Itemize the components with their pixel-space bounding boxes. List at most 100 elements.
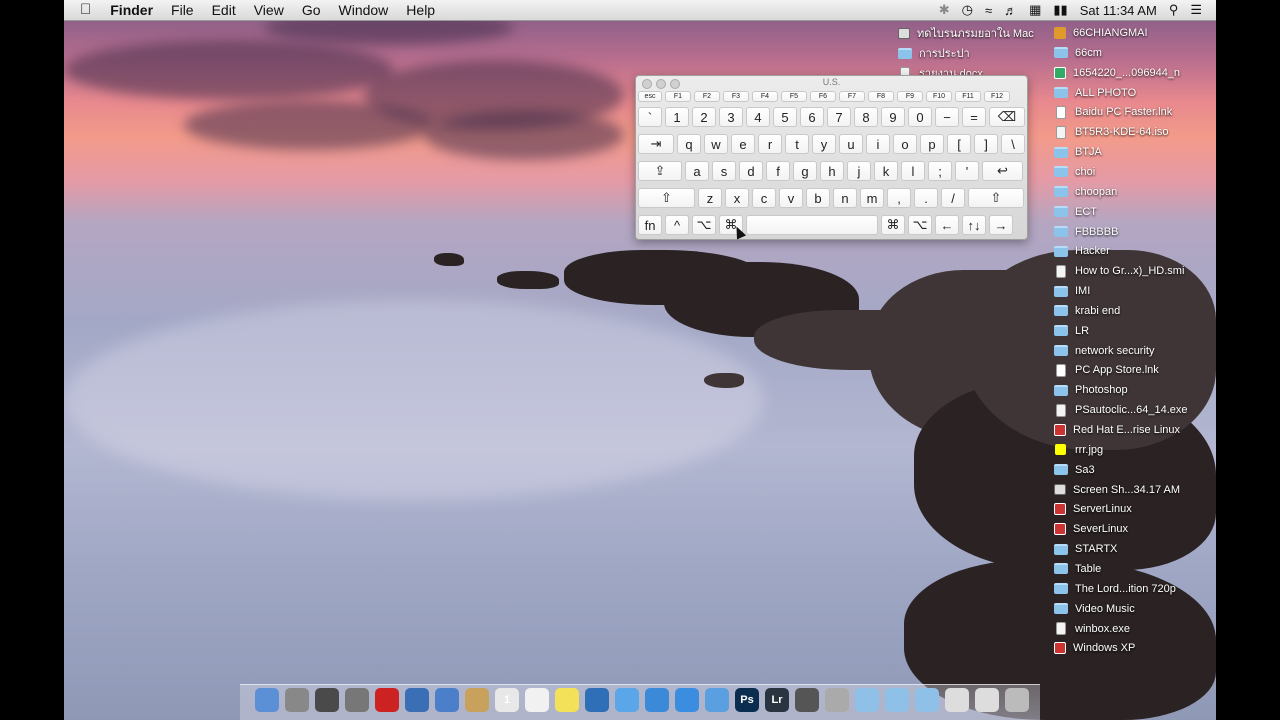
menu-window[interactable]: Window [330,0,398,20]
menu-edit[interactable]: Edit [203,0,245,20]
key[interactable]: ⌥ [692,215,716,235]
system-preferences-icon[interactable] [345,688,369,712]
notification-center-icon[interactable]: ☰ [1184,2,1216,18]
spotlight-icon[interactable]: ⚲ [1163,2,1185,18]
desktop-icon[interactable]: rrr.jpg [1054,441,1103,459]
key[interactable]: s [712,161,736,181]
mission-control-icon[interactable] [315,688,339,712]
menu-help[interactable]: Help [397,0,444,20]
key[interactable]: F12 [984,91,1010,102]
desktop-icon[interactable]: choopan [1054,183,1117,201]
wifi-icon[interactable]: ≈ [979,3,998,18]
key[interactable]: j [847,161,871,181]
desktop-icon[interactable]: ALL PHOTO [1054,84,1136,102]
photoshop-icon[interactable]: Ps [735,688,759,712]
finder-icon[interactable] [255,688,279,712]
key[interactable]: u [839,134,863,154]
parallels-icon[interactable] [375,688,399,712]
bluetooth-icon[interactable]: ✱ [933,2,956,18]
desktop-icon[interactable]: PC App Store.lnk [1054,361,1159,379]
key[interactable]: 4 [746,107,770,127]
key[interactable]: ⌘ [881,215,905,235]
key[interactable]: . [914,188,938,208]
key[interactable]: 3 [719,107,743,127]
desktop-icon[interactable]: IMI [1054,282,1090,300]
launchpad-icon[interactable] [285,688,309,712]
desktop-icon[interactable]: network security [1054,342,1154,360]
key[interactable]: x [725,188,749,208]
calendar-icon[interactable]: 1 [495,688,519,712]
desktop-icon[interactable]: Video Music [1054,600,1135,618]
desktop-icon[interactable]: krabi end [1054,302,1120,320]
key[interactable]: F4 [752,91,778,102]
key[interactable]: ⇧ [638,188,695,208]
key[interactable]: z [698,188,722,208]
desktop-icon[interactable]: LR [1054,322,1089,340]
textedit-icon[interactable] [525,688,549,712]
desktop-icon[interactable]: 66cm [1054,44,1102,62]
key[interactable]: b [806,188,830,208]
quicktime-icon[interactable] [585,688,609,712]
key[interactable]: e [731,134,755,154]
clock[interactable]: Sat 11:34 AM [1074,3,1163,18]
key[interactable]: → [989,215,1013,235]
apple-menu-icon[interactable]:  [64,0,101,20]
safari-icon[interactable] [705,688,729,712]
key[interactable]: t [785,134,809,154]
key[interactable]: F5 [781,91,807,102]
key[interactable]: k [874,161,898,181]
key[interactable]: i [866,134,890,154]
key[interactable] [746,215,878,235]
key[interactable]: q [677,134,701,154]
desktop-icon[interactable]: winbox.exe [1054,620,1130,638]
key[interactable]: a [685,161,709,181]
desktop-icon[interactable]: ServerLinux [1054,500,1132,518]
key[interactable]: v [779,188,803,208]
battery-icon[interactable]: ▮▮ [1047,2,1073,18]
key[interactable]: g [793,161,817,181]
key[interactable]: 6 [800,107,824,127]
key[interactable]: 5 [773,107,797,127]
key[interactable]: F8 [868,91,894,102]
key[interactable]: \ [1001,134,1025,154]
keyboard-viewer-window[interactable]: U.S. esc F1 F2 F3 F4 F5 F6 F7 F8 F9 F10 F11 F12 ` 1 2 3… [635,75,1028,240]
key[interactable]: F7 [839,91,865,102]
key[interactable]: ⇥ [638,134,674,154]
desktop-icon[interactable]: The Lord...ition 720p [1054,580,1176,598]
key[interactable]: m [860,188,884,208]
desktop-icon[interactable]: SeverLinux [1054,520,1128,538]
menu-finder[interactable]: Finder [101,0,162,20]
key[interactable]: 9 [881,107,905,127]
key[interactable]: F10 [926,91,952,102]
key[interactable]: ⇧ [968,188,1024,208]
facetime-icon[interactable] [795,688,819,712]
trash-icon[interactable] [1005,688,1029,712]
screen-icon[interactable] [975,688,999,712]
key[interactable]: ← [935,215,959,235]
key[interactable]: = [962,107,986,127]
desktop-icon[interactable]: Sa3 [1054,461,1095,479]
desktop-icon[interactable]: Photoshop [1054,381,1128,399]
key[interactable]: ↩ [982,161,1023,181]
key[interactable]: h [820,161,844,181]
key[interactable]: 1 [665,107,689,127]
desktop-icon[interactable]: Table [1054,560,1101,578]
desktop-icon[interactable]: 66CHIANGMAI [1054,24,1148,42]
contacts-icon[interactable] [465,688,489,712]
desktop-icon[interactable]: choi [1054,163,1095,181]
key[interactable]: y [812,134,836,154]
key[interactable]: F1 [665,91,691,102]
key[interactable]: l [901,161,925,181]
key[interactable]: ⇪ [638,161,682,181]
app-store-icon[interactable] [675,688,699,712]
key[interactable]: F3 [723,91,749,102]
desktop[interactable]:  Finder File Edit View Go Window Help ✱… [64,0,1216,720]
desktop-icon[interactable]: Screen Sh...34.17 AM [1054,481,1180,499]
desktop-icon[interactable]: BT5R3-KDE-64.iso [1054,123,1169,141]
key[interactable]: ` [638,107,662,127]
key[interactable]: ] [974,134,998,154]
desktop-icon[interactable]: STARTX [1054,540,1117,558]
key[interactable]: F9 [897,91,923,102]
desktop-icon[interactable]: Windows XP [1054,639,1135,657]
key[interactable]: n [833,188,857,208]
